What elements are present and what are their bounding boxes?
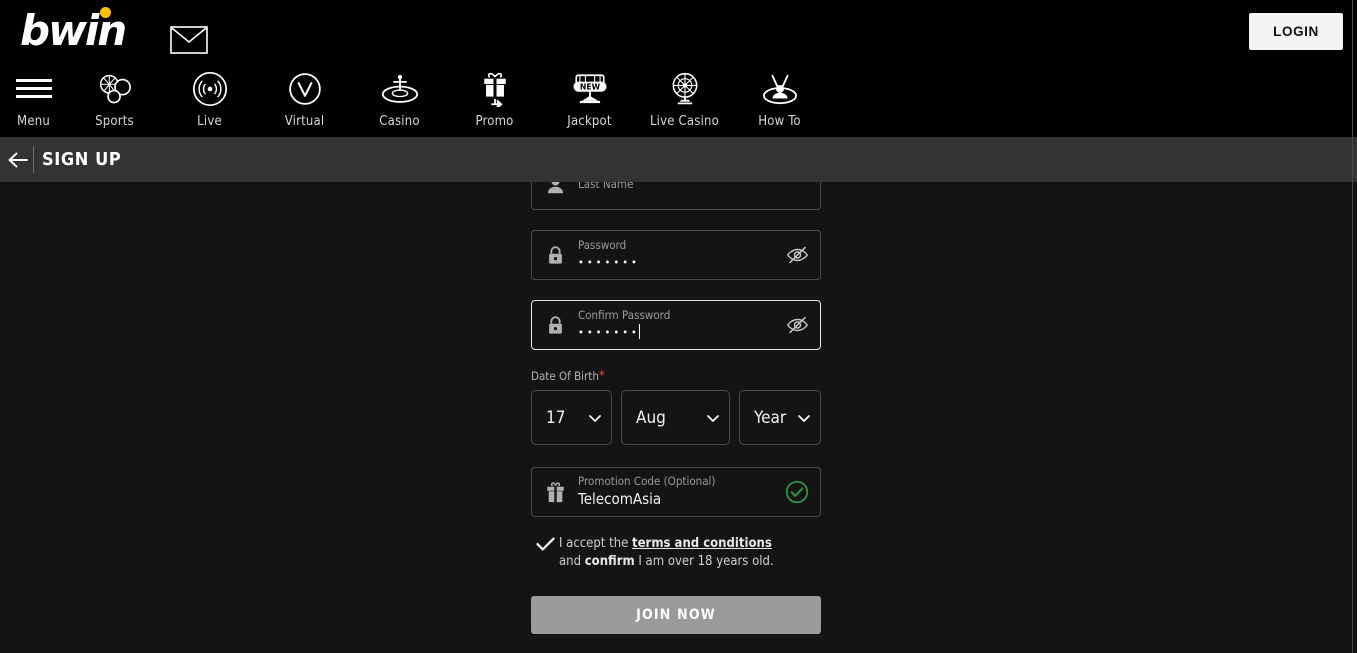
join-now-button[interactable]: JOIN NOW — [531, 596, 821, 634]
nav-label: Jackpot — [567, 114, 612, 129]
gift-promo-icon — [447, 68, 542, 110]
terms-line2-pre: and — [559, 553, 585, 569]
nav-label: Casino — [379, 114, 420, 129]
confirm-password-label: Confirm Password — [578, 307, 671, 322]
nav-label: How To — [758, 114, 801, 129]
main-nav: Menu Sports Live Virtual Casino Promo NE… — [0, 62, 1357, 137]
site-header: bwin LOGIN Menu Sports Live Virtual Casi… — [0, 0, 1357, 137]
back-arrow-icon[interactable] — [4, 146, 32, 173]
dob-year-wrap: Year — [739, 390, 821, 445]
nav-label: Live — [197, 114, 222, 129]
nav-item-live[interactable]: Live — [162, 62, 257, 137]
nav-item-live-casino[interactable]: Live Casino — [637, 62, 732, 137]
date-of-birth-group: Date Of Birth* 17 Aug Year — [531, 369, 821, 445]
password-field[interactable]: Password ••••••• — [531, 230, 821, 280]
live-casino-wheel-icon — [637, 68, 732, 110]
last-name-field[interactable]: Last Name — [531, 182, 821, 210]
date-of-birth-row: 17 Aug Year — [531, 390, 821, 445]
confirm-password-value-row: ••••••• — [578, 323, 768, 342]
promotion-code-field[interactable]: Promotion Code (Optional) TelecomAsia — [531, 467, 821, 517]
terms-line2-post: I am over 18 years old. — [634, 553, 774, 569]
confirm-password-body: Confirm Password ••••••• — [578, 307, 774, 342]
terms-confirm-word: confirm — [584, 553, 635, 569]
dob-month-wrap: Aug — [621, 390, 730, 445]
nav-item-promo[interactable]: Promo — [447, 62, 542, 137]
jackpot-new-sign-icon: NEW — [542, 68, 637, 110]
signup-subheader: SIGN UP — [0, 137, 1357, 182]
person-icon — [532, 182, 578, 195]
page-root: bwin LOGIN Menu Sports Live Virtual Casi… — [0, 0, 1357, 653]
promotion-code-body: Promotion Code (Optional) TelecomAsia — [578, 475, 774, 509]
password-body: Password ••••••• — [578, 237, 774, 272]
lock-icon — [532, 315, 578, 336]
signup-form: Last Name Password ••••••• Confirm Passw… — [531, 182, 821, 634]
dob-day-select[interactable]: 17 — [531, 390, 612, 445]
sports-balls-icon — [67, 68, 162, 110]
svg-text:NEW: NEW — [579, 83, 600, 92]
nav-label: Live Casino — [649, 114, 720, 129]
date-of-birth-label: Date Of Birth* — [531, 369, 821, 384]
gift-icon — [532, 481, 578, 504]
login-button[interactable]: LOGIN — [1249, 13, 1343, 50]
virtual-v-circle-icon — [257, 68, 352, 110]
terms-row: I accept the terms and conditions and co… — [531, 535, 821, 570]
confirm-password-value: ••••••• — [578, 325, 640, 339]
nav-item-virtual[interactable]: Virtual — [257, 62, 352, 137]
last-name-field-clip: Last Name — [531, 182, 821, 210]
envelope-icon[interactable] — [170, 26, 208, 54]
eye-off-icon[interactable] — [774, 315, 820, 335]
terms-and-conditions-link[interactable]: terms and conditions — [632, 536, 772, 551]
terms-checkbox[interactable] — [531, 535, 559, 552]
nav-label: Virtual — [284, 114, 325, 129]
password-label: Password — [578, 237, 627, 252]
page-title: SIGN UP — [42, 149, 122, 170]
nav-label: Sports — [95, 114, 134, 129]
promotion-code-value: TelecomAsia — [578, 490, 662, 508]
checkmark-icon — [535, 537, 555, 551]
bwin-logo[interactable]: bwin — [20, 7, 127, 52]
nav-item-sports[interactable]: Sports — [67, 62, 162, 137]
check-circle-icon — [774, 480, 820, 504]
dob-year-select[interactable]: Year — [739, 390, 821, 445]
nav-item-how-to[interactable]: How To — [732, 62, 827, 137]
nav-item-casino[interactable]: Casino — [352, 62, 447, 137]
nav-item-jackpot[interactable]: NEW Jackpot — [542, 62, 637, 137]
confirm-password-field[interactable]: Confirm Password ••••••• — [531, 300, 821, 350]
dob-month-select[interactable]: Aug — [621, 390, 730, 445]
date-of-birth-label-text: Date Of Birth — [531, 369, 599, 383]
brand-row: bwin LOGIN — [0, 0, 1357, 62]
last-name-body: Last Name — [578, 182, 820, 193]
password-value: ••••••• — [578, 255, 640, 269]
casino-roulette-icon — [352, 68, 447, 110]
eye-off-icon[interactable] — [774, 245, 820, 265]
last-name-label: Last Name — [578, 182, 634, 191]
live-broadcast-icon — [162, 68, 257, 110]
text-caret — [638, 323, 640, 339]
promotion-code-label: Promotion Code (Optional) — [578, 474, 716, 488]
required-asterisk: * — [598, 369, 605, 384]
page-scrollbar[interactable] — [1352, 0, 1353, 653]
terms-text: I accept the terms and conditions and co… — [559, 535, 774, 570]
lock-icon — [532, 245, 578, 266]
subheader-divider — [33, 146, 34, 173]
how-to-dealer-icon — [732, 68, 827, 110]
nav-label: Promo — [475, 114, 514, 129]
dob-day-wrap: 17 — [531, 390, 612, 445]
terms-line1-pre: I accept the — [559, 536, 633, 551]
